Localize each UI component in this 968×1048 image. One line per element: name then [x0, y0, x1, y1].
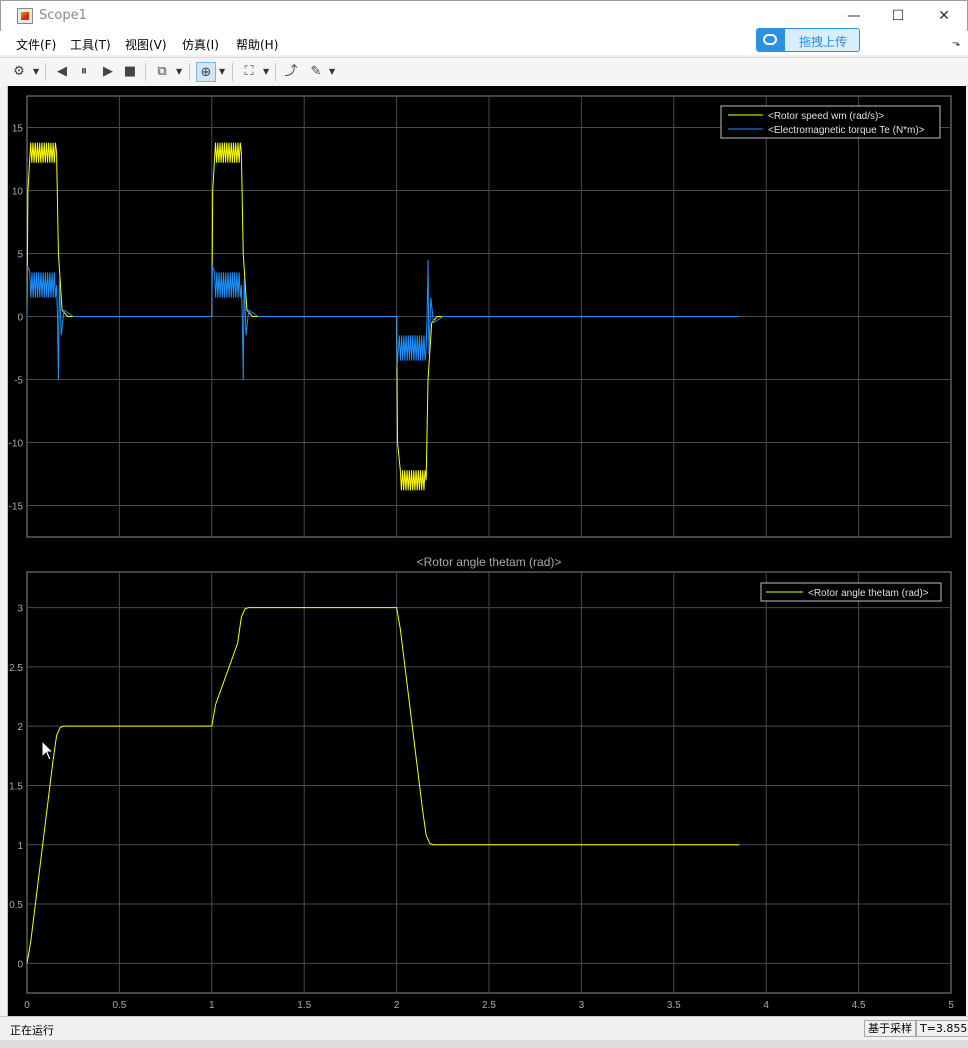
- status-bar: 正在运行 基于采样 T=3.855: [0, 1016, 968, 1041]
- x-tick-label: 5: [948, 1000, 954, 1011]
- x-tick-label: 4.5: [852, 1000, 866, 1011]
- bottom-axes[interactable]: 0 0.5 1 1.5 2 2.5 3 0 0.5 1 1.5 2 2.5 3 3.5 4 4.5 5 <Rot…: [9, 571, 954, 1011]
- legend-label-torque: <Electromagnetic torque Te (N*m)>: [768, 125, 925, 136]
- y-tick-label: 0: [17, 313, 23, 324]
- gear-dropdown-icon[interactable]: ▼: [33, 67, 39, 76]
- x-tick-label: 3.5: [667, 1000, 681, 1011]
- y-tick-label: 3: [17, 604, 23, 615]
- scope-plot-area: -15 -10 -5 0 5 10 15 <Rotor speed wm (rad/s)> …: [8, 86, 966, 1016]
- x-tick-label: 2.5: [482, 1000, 496, 1011]
- y-tick-label: 1.5: [9, 781, 23, 792]
- collapse-toolbar-icon[interactable]: ⬎: [952, 38, 960, 49]
- x-tick-label: 1: [209, 1000, 215, 1011]
- drag-upload-label: 拖拽上传: [799, 35, 848, 49]
- bottom-axes-ytick-labels: 0 0.5 1 1.5 2 2.5 3: [9, 604, 23, 971]
- y-tick-label: 1: [17, 841, 23, 852]
- close-button[interactable]: ✕: [921, 1, 967, 31]
- top-axes-ytick-labels: -15 -10 -5 0 5 10 15: [9, 124, 24, 513]
- y-tick-label: -5: [14, 376, 23, 387]
- x-tick-label: 4: [763, 1000, 769, 1011]
- status-time: T=3.855: [916, 1020, 968, 1037]
- menu-file[interactable]: 文件(F): [16, 36, 56, 53]
- zoom-dropdown-icon[interactable]: ▼: [219, 67, 225, 76]
- step-forward-icon[interactable]: ▶: [98, 62, 118, 82]
- scope-figure: -15-10-5051015 <Rotor speed wm (rad/s)> …: [9, 95, 954, 1011]
- top-legend[interactable]: <Rotor speed wm (rad/s)> <Electromagneti…: [720, 105, 941, 139]
- pause-icon[interactable]: ⏸: [74, 62, 94, 82]
- y-tick-label: 5: [17, 250, 23, 261]
- stop-icon[interactable]: ■: [120, 62, 140, 82]
- y-tick-label: -10: [9, 439, 24, 450]
- x-tick-label: 3: [579, 1000, 585, 1011]
- x-tick-label: 1.5: [297, 1000, 311, 1011]
- toolbar-separator: [145, 63, 146, 81]
- top-axes[interactable]: -15 -10 -5 0 5 10 15 <Rotor speed wm (rad/s)> …: [9, 95, 952, 538]
- restore-icon[interactable]: ⤴: [281, 62, 301, 82]
- toolbar-separator: [275, 63, 276, 81]
- left-border: [0, 86, 8, 1016]
- legend-label-speed: <Rotor speed wm (rad/s)>: [768, 111, 884, 122]
- toolbar-separator: [232, 63, 233, 81]
- step-back-icon[interactable]: ◀: [52, 62, 72, 82]
- style-dropdown-icon[interactable]: ▼: [329, 67, 335, 76]
- scope-toolbar: ⚙ ▼ ◀ ⏸ ▶ ■ ⧉ ▼ ⊕ ▼ ⛶ ▼ ⤴ ✎ ▼: [0, 57, 968, 87]
- status-mode: 基于采样: [864, 1020, 916, 1037]
- y-tick-label: -15: [9, 502, 24, 513]
- maximize-button[interactable]: ☐: [875, 1, 921, 31]
- x-tick-label: 2: [394, 1000, 400, 1011]
- scope-app-icon: [17, 8, 33, 24]
- y-tick-label: 2: [17, 722, 23, 733]
- y-tick-label: 0.5: [9, 900, 23, 911]
- y-tick-label: 2.5: [9, 663, 23, 674]
- bottom-axes-xtick-labels: 0 0.5 1 1.5 2 2.5 3 3.5 4 4.5 5: [24, 1000, 954, 1011]
- gear-icon[interactable]: ⚙: [9, 62, 29, 82]
- y-tick-label: 0: [17, 959, 23, 970]
- minimize-button[interactable]: —: [831, 1, 877, 31]
- signal-selector-dropdown-icon[interactable]: ▼: [176, 67, 182, 76]
- y-tick-label: 10: [12, 187, 24, 198]
- toolbar-separator: [45, 63, 46, 81]
- window-title: Scope1: [39, 8, 87, 23]
- x-tick-label: 0: [24, 1000, 30, 1011]
- menu-tools[interactable]: 工具(T): [70, 36, 111, 53]
- bottom-legend[interactable]: <Rotor angle thetam (rad)>: [760, 582, 942, 602]
- mouse-cursor-icon: [41, 740, 55, 761]
- taskbar-strip: [0, 1040, 968, 1048]
- zoom-in-icon[interactable]: ⊕: [196, 62, 216, 82]
- menu-help[interactable]: 帮助(H): [236, 36, 278, 53]
- autoscale-dropdown-icon[interactable]: ▼: [263, 67, 269, 76]
- toolbar-separator: [189, 63, 190, 81]
- title-bar: Scope1 — ☐ ✕: [0, 0, 968, 31]
- cloud-icon: [757, 29, 785, 51]
- status-running-text: 正在运行: [10, 1024, 54, 1037]
- signal-selector-icon[interactable]: ⧉: [152, 62, 172, 82]
- menu-view[interactable]: 视图(V): [125, 36, 167, 53]
- bottom-axes-title: <Rotor angle thetam (rad)>: [417, 555, 562, 569]
- autoscale-icon[interactable]: ⛶: [239, 62, 259, 82]
- x-tick-label: 0.5: [112, 1000, 126, 1011]
- y-tick-label: 15: [12, 124, 24, 135]
- drag-upload-button[interactable]: 拖拽上传: [756, 28, 860, 52]
- style-icon[interactable]: ✎: [306, 62, 326, 82]
- menu-simulation[interactable]: 仿真(I): [182, 36, 219, 53]
- legend-label-angle: <Rotor angle thetam (rad)>: [808, 588, 929, 599]
